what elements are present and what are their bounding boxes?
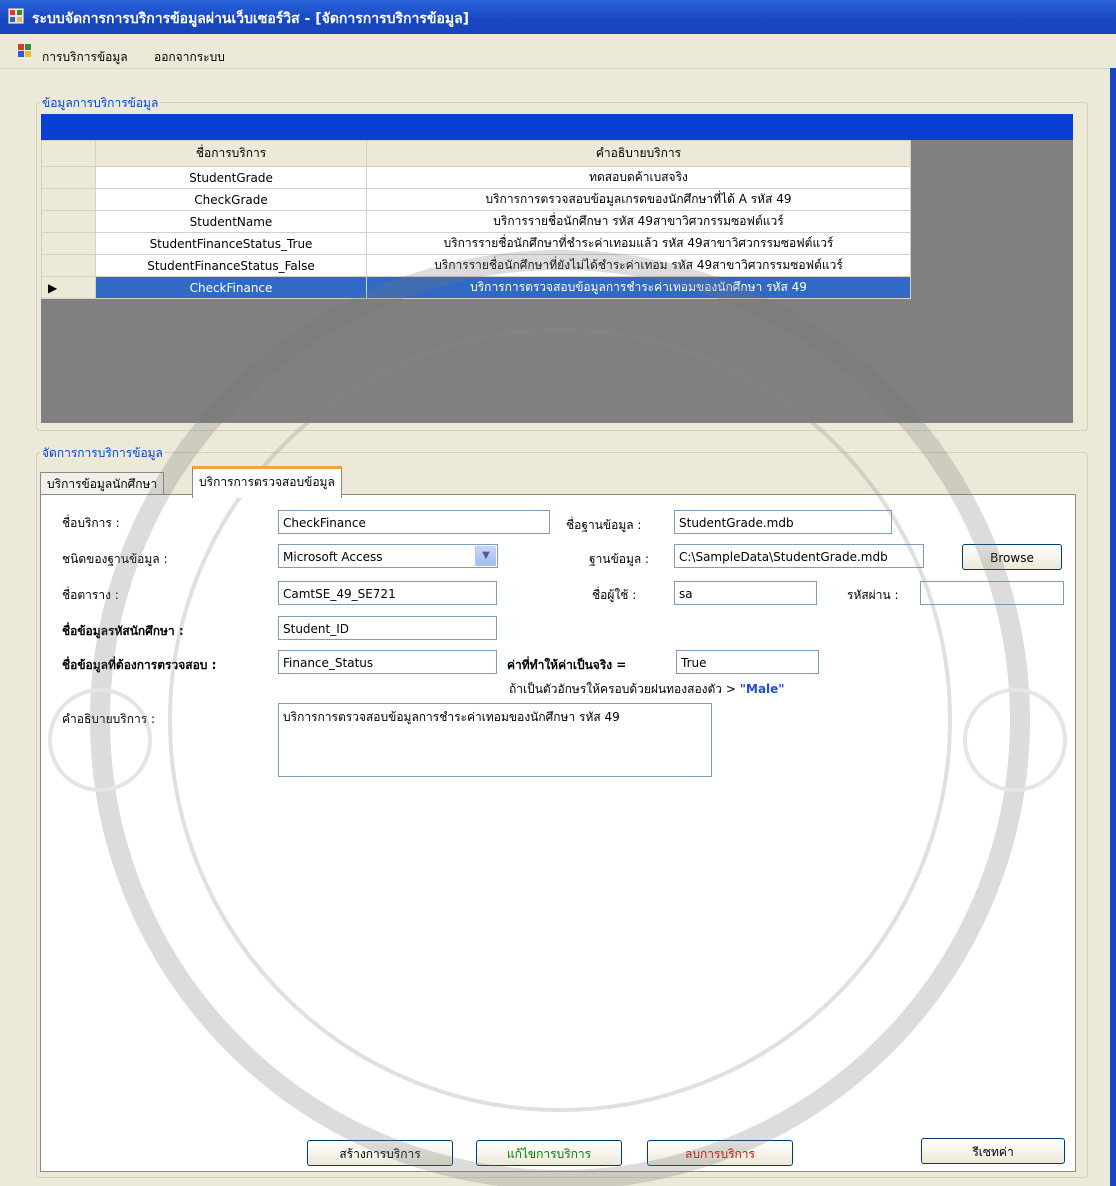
grid-corner-cell bbox=[41, 140, 96, 167]
student-id-field-label: ชื่อข้อมูลรหัสนักศึกษา : bbox=[62, 624, 184, 638]
true-value-input[interactable]: True bbox=[676, 650, 819, 674]
cell-service-name[interactable]: StudentGrade bbox=[95, 166, 367, 189]
row-header[interactable] bbox=[41, 210, 96, 233]
true-value-label: ค่าที่ทำให้ค่าเป็นจริง = bbox=[507, 658, 627, 672]
table-name-label: ชื่อตาราง : bbox=[62, 588, 119, 602]
username-label: ชื่อผู้ใช้ : bbox=[592, 588, 637, 602]
cell-description[interactable]: ทดสอบดค้าเบสจริง bbox=[366, 166, 911, 189]
services-table: ชื่อการบริการ คำอธิบายบริการ StudentGrad… bbox=[41, 140, 911, 299]
menu-logout[interactable]: ออกจากระบบ bbox=[154, 48, 225, 67]
row-header[interactable] bbox=[41, 254, 96, 277]
cell-description[interactable]: บริการการตรวจสอบข้อมูลเกรดของนักศึกษาที่… bbox=[366, 188, 911, 211]
db-name-input[interactable]: StudentGrade.mdb bbox=[674, 510, 892, 534]
cell-description[interactable]: บริการรายชื่อนักศึกษาที่ยังไม่ได้ชำระค่า… bbox=[366, 254, 911, 277]
cell-description[interactable]: บริการการตรวจสอบข้อมูลการชำระค่าเทอมของน… bbox=[366, 276, 911, 299]
reset-button[interactable]: รีเซทค่า bbox=[921, 1138, 1065, 1164]
chevron-down-icon[interactable]: ▼ bbox=[475, 546, 496, 566]
app-icon bbox=[8, 8, 24, 24]
description-label: คำอธิบายบริการ : bbox=[62, 712, 156, 726]
description-textarea[interactable]: บริการการตรวจสอบข้อมูลการชำระค่าเทอมของน… bbox=[278, 703, 712, 777]
db-path-input[interactable]: C:\SampleData\StudentGrade.mdb bbox=[674, 544, 924, 568]
menu-bar: การบริการข้อมูล ออกจากระบบ bbox=[0, 34, 1116, 69]
title-bar: ระบบจัดการการบริการข้อมูลผ่านเว็บเซอร์วิ… bbox=[0, 0, 1116, 34]
table-row[interactable]: StudentGrade ทดสอบดค้าเบสจริง bbox=[41, 166, 911, 189]
check-field-input[interactable]: Finance_Status bbox=[278, 650, 497, 674]
db-type-combobox[interactable]: Microsoft Access ▼ bbox=[278, 544, 498, 568]
cell-service-name[interactable]: StudentName bbox=[95, 210, 367, 233]
cell-service-name[interactable]: StudentFinanceStatus_False bbox=[95, 254, 367, 277]
username-input[interactable]: sa bbox=[674, 581, 817, 605]
menu-data-service[interactable]: การบริการข้อมูล bbox=[42, 48, 128, 67]
row-header[interactable] bbox=[41, 232, 96, 255]
services-datagrid[interactable]: ชื่อการบริการ คำอธิบายบริการ StudentGrad… bbox=[41, 114, 1073, 423]
hint-text: ถ้าเป็นตัวอักษรให้ครอบด้วยฝนทองสองตัว > bbox=[509, 682, 736, 696]
window-right-border bbox=[1110, 68, 1116, 1186]
mdi-child-icon[interactable] bbox=[18, 44, 32, 58]
cell-description[interactable]: บริการรายชื่อนักศึกษา รหัส 49สาขาวิศวกรร… bbox=[366, 210, 911, 233]
table-name-input[interactable]: CamtSE_49_SE721 bbox=[278, 581, 497, 605]
cell-service-name[interactable]: CheckFinance bbox=[95, 276, 367, 299]
table-row[interactable]: StudentFinanceStatus_True บริการรายชื่อน… bbox=[41, 232, 911, 255]
db-type-selected: Microsoft Access bbox=[283, 550, 383, 564]
db-name-label: ชื่อฐานข้อมูล : bbox=[566, 518, 642, 532]
grid-caption-bar bbox=[41, 114, 1073, 140]
cell-description[interactable]: บริการรายชื่อนักศึกษาที่ชำระค่าเทอมแล้ว … bbox=[366, 232, 911, 255]
service-name-input[interactable]: CheckFinance bbox=[278, 510, 550, 534]
edit-service-button[interactable]: แก้ไขการบริการ bbox=[476, 1140, 622, 1166]
browse-button[interactable]: Browse bbox=[962, 544, 1062, 570]
password-input[interactable] bbox=[920, 581, 1064, 605]
tab-page-check-data: ชื่อบริการ : CheckFinance ชื่อฐานข้อมูล … bbox=[40, 494, 1076, 1172]
check-field-label: ชื่อข้อมูลที่ต้องการตรวจสอบ : bbox=[62, 658, 217, 672]
grid-header-row: ชื่อการบริการ คำอธิบายบริการ bbox=[41, 140, 911, 167]
table-row-selected[interactable]: ▶ CheckFinance บริการการตรวจสอบข้อมูลการ… bbox=[41, 276, 911, 299]
create-service-button[interactable]: สร้างการบริการ bbox=[307, 1140, 453, 1166]
service-list-group-title: ข้อมูลการบริการข้อมูล bbox=[40, 94, 161, 113]
password-label: รหัสผ่าน : bbox=[847, 588, 899, 602]
delete-service-button[interactable]: ลบการบริการ bbox=[647, 1140, 793, 1166]
application-window: ระบบจัดการการบริการข้อมูลผ่านเว็บเซอร์วิ… bbox=[0, 0, 1116, 1186]
student-id-field-input[interactable]: Student_ID bbox=[278, 616, 497, 640]
cell-service-name[interactable]: StudentFinanceStatus_True bbox=[95, 232, 367, 255]
service-name-label: ชื่อบริการ : bbox=[62, 516, 120, 530]
tab-student-data-service[interactable]: บริการข้อมูลนักศึกษา bbox=[40, 472, 165, 495]
hint-example: "Male" bbox=[739, 682, 785, 696]
tab-check-data-service[interactable]: บริการการตรวจสอบข้อมูล bbox=[192, 466, 342, 498]
db-type-label: ชนิดของฐานข้อมูล : bbox=[62, 552, 168, 566]
current-row-marker-icon[interactable]: ▶ bbox=[41, 276, 96, 299]
hint-note: ถ้าเป็นตัวอักษรให้ครอบด้วยฝนทองสองตัว > … bbox=[509, 680, 785, 699]
column-header-service-name[interactable]: ชื่อการบริการ bbox=[95, 140, 367, 167]
row-header[interactable] bbox=[41, 188, 96, 211]
db-path-label: ฐานข้อมูล : bbox=[589, 552, 650, 566]
table-row[interactable]: StudentFinanceStatus_False บริการรายชื่อ… bbox=[41, 254, 911, 277]
column-header-description[interactable]: คำอธิบายบริการ bbox=[366, 140, 911, 167]
table-row[interactable]: StudentName บริการรายชื่อนักศึกษา รหัส 4… bbox=[41, 210, 911, 233]
table-row[interactable]: CheckGrade บริการการตรวจสอบข้อมูลเกรดของ… bbox=[41, 188, 911, 211]
window-title: ระบบจัดการการบริการข้อมูลผ่านเว็บเซอร์วิ… bbox=[32, 11, 470, 27]
row-header[interactable] bbox=[41, 166, 96, 189]
cell-service-name[interactable]: CheckGrade bbox=[95, 188, 367, 211]
manage-group-title: จัดการการบริการข้อมูล bbox=[40, 444, 165, 463]
